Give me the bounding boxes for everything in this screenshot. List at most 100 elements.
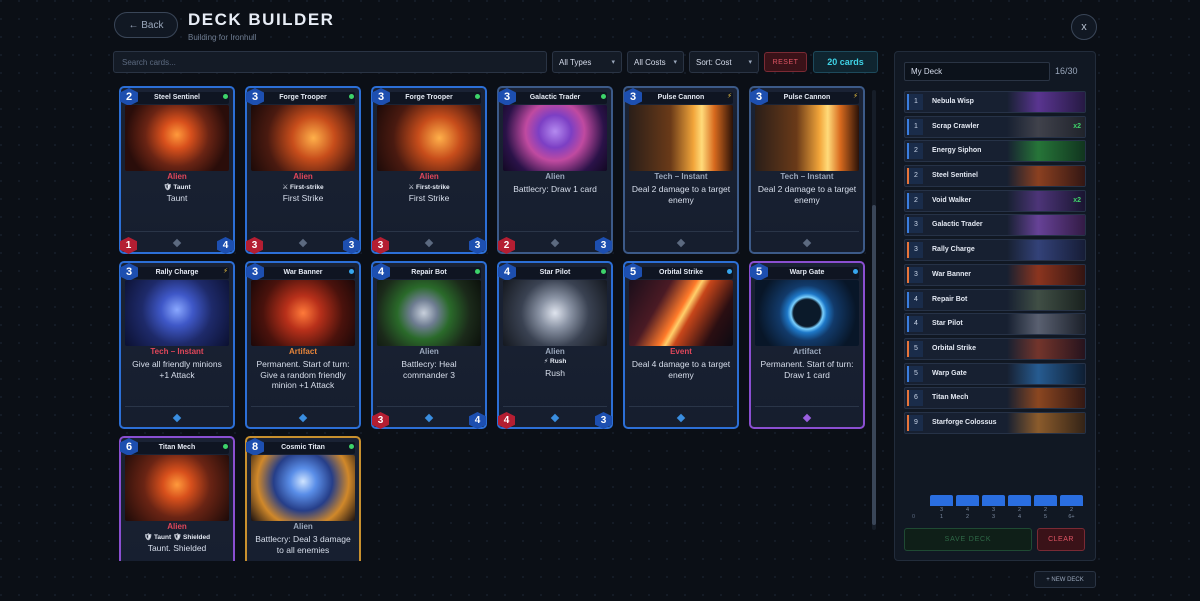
health-stat: 3 [343, 237, 360, 254]
rarity-gem-icon [223, 444, 228, 449]
divider [755, 231, 859, 232]
divider [503, 406, 607, 407]
deck-list-item[interactable]: 2 Energy Siphon [904, 140, 1086, 163]
save-deck-button[interactable]: SAVE DECK [904, 528, 1032, 551]
card-type: Alien [419, 172, 439, 181]
deck-list-item[interactable]: 2 Void Walker x2 [904, 189, 1086, 212]
curve-count: 3 [939, 507, 944, 513]
deck-item-cost: 4 [907, 316, 923, 333]
card-type: Alien [293, 172, 313, 181]
card[interactable]: Titan Mech 6 Alien 🛡 Taunt 🛡 Shielded Ta… [119, 436, 235, 561]
card[interactable]: War Banner 3 Artifact Permanent. Start o… [245, 261, 361, 429]
attack-stat: 3 [372, 237, 389, 254]
deck-list-item[interactable]: 6 Titan Mech [904, 387, 1086, 410]
curve-label: 1 [939, 514, 944, 520]
card[interactable]: Star Pilot 4 Alien ⚡ Rush Rush 4 3 [497, 261, 613, 429]
deck-list-item[interactable]: 1 Nebula Wisp [904, 91, 1086, 113]
chevron-down-icon: ▾ [748, 59, 752, 66]
card-keyword: 🛡 Taunt [163, 184, 191, 191]
divider [125, 406, 229, 407]
type-filter-select[interactable]: All Types ▾ [552, 51, 622, 73]
deck-list-item[interactable]: 9 Starforge Colossus [904, 411, 1086, 434]
card-description: Deal 2 damage to a target enemy [757, 184, 857, 205]
deck-list-item[interactable]: 5 Orbital Strike [904, 337, 1086, 360]
card-description: Battlecry: Deal 3 damage to all enemies [255, 534, 351, 555]
card-art [755, 280, 859, 346]
deck-item-name: Repair Bot [932, 295, 968, 303]
deck-list-item[interactable]: 3 Rally Charge [904, 239, 1086, 262]
deck-item-name: Star Pilot [932, 320, 963, 328]
page-title: DECK BUILDER [188, 10, 335, 29]
card-art [125, 105, 229, 171]
card-type: Alien [167, 172, 187, 181]
card[interactable]: Galactic Trader 3 Alien Battlecry: Draw … [497, 86, 613, 254]
card-thumbnail [1007, 215, 1085, 236]
new-deck-button[interactable]: + NEW DECK [1034, 571, 1096, 588]
deck-list-item[interactable]: 3 Galactic Trader [904, 214, 1086, 237]
deck-item-cost: 1 [907, 118, 923, 135]
rarity-gem-icon [475, 269, 480, 274]
health-stat: 4 [469, 412, 486, 429]
deck-list-item[interactable]: 1 Scrap Crawler x2 [904, 115, 1086, 138]
card-name: Cosmic Titan [251, 442, 355, 454]
card[interactable]: Forge Trooper 3 Alien ⚔ First-strike Fir… [371, 86, 487, 254]
diamond-icon [298, 238, 308, 248]
card[interactable]: Steel Sentinel 2 Alien 🛡 Taunt Taunt 1 4 [119, 86, 235, 254]
card[interactable]: Warp Gate 5 Artifact Permanent. Start of… [749, 261, 865, 429]
cost-filter-select[interactable]: All Costs ▾ [627, 51, 684, 73]
card-description: Battlecry: Heal commander 3 [401, 359, 457, 380]
curve-count: 4 [965, 507, 970, 513]
deck-list-item[interactable]: 4 Star Pilot [904, 313, 1086, 336]
back-button[interactable]: ← Back [114, 12, 178, 38]
deck-item-cost: 1 [907, 94, 923, 110]
card-thumbnail [1007, 240, 1085, 261]
diamond-icon [172, 238, 182, 248]
deck-item-qty: x2 [1073, 122, 1081, 130]
deck-list-item[interactable]: 3 War Banner [904, 263, 1086, 286]
deck-list-item[interactable]: 4 Repair Bot [904, 288, 1086, 311]
search-input[interactable] [113, 51, 547, 73]
deck-item-cost: 2 [907, 168, 923, 185]
deck-item-name: Galactic Trader [932, 221, 983, 229]
card[interactable]: Pulse Cannon 3 ⚡ Tech – Instant Deal 2 d… [623, 86, 739, 254]
deck-list-item[interactable]: 5 Warp Gate [904, 362, 1086, 385]
rarity-gem-icon [349, 269, 354, 274]
lightning-icon: ⚡ [727, 93, 732, 100]
card[interactable]: Repair Bot 4 Alien Battlecry: Heal comma… [371, 261, 487, 429]
diamond-icon [550, 413, 560, 423]
curve-label: 5 [1043, 514, 1048, 520]
scrollbar-thumb[interactable] [872, 205, 876, 525]
card-art [125, 280, 229, 346]
card-type: Artifact [792, 347, 821, 356]
card[interactable]: Orbital Strike 5 Event Deal 4 damage to … [623, 261, 739, 429]
card[interactable]: Cosmic Titan 8 Alien Battlecry: Deal 3 d… [245, 436, 361, 561]
card-thumbnail [1007, 264, 1085, 285]
close-button[interactable]: x [1071, 14, 1097, 40]
card[interactable]: Forge Trooper 3 Alien ⚔ First-strike Fir… [245, 86, 361, 254]
card-thumbnail [1007, 289, 1085, 310]
deck-name-field[interactable]: My Deck [904, 62, 1050, 81]
curve-bar [930, 495, 953, 506]
card-art [503, 280, 607, 346]
rarity-gem-icon [349, 94, 354, 99]
card[interactable]: Pulse Cannon 3 ⚡ Tech – Instant Deal 2 d… [749, 86, 865, 254]
divider [629, 231, 733, 232]
card-grid: Steel Sentinel 2 Alien 🛡 Taunt Taunt 1 4… [113, 82, 883, 561]
curve-bar [1008, 495, 1031, 506]
deck-list-item[interactable]: 2 Steel Sentinel [904, 165, 1086, 188]
diamond-icon [424, 413, 434, 423]
reset-button[interactable]: RESET [764, 52, 807, 72]
card-art [251, 105, 355, 171]
card-name: Star Pilot [503, 267, 607, 279]
card[interactable]: Rally Charge 3 ⚡ Tech – Instant Give all… [119, 261, 235, 429]
deck-item-name: Nebula Wisp [932, 98, 974, 105]
sort-select[interactable]: Sort: Cost ▾ [689, 51, 759, 73]
diamond-icon [802, 238, 812, 248]
curve-bar [982, 495, 1005, 506]
curve-zero-label: 0 [912, 514, 916, 520]
clear-deck-button[interactable]: CLEAR [1037, 528, 1085, 551]
attack-stat: 4 [498, 412, 515, 429]
rarity-gem-icon [727, 269, 732, 274]
card-description: Rush [545, 368, 565, 378]
card-description: First Strike [408, 193, 450, 203]
